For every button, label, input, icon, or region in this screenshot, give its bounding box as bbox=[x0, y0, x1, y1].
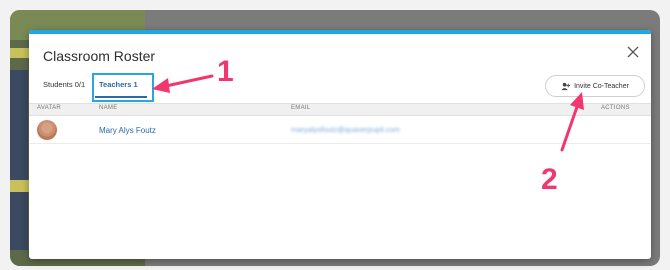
annotation-marker-1: 1 bbox=[217, 55, 234, 88]
screenshot-frame: Classroom Roster Students 0/1 Teachers 1… bbox=[0, 0, 670, 270]
annotation-marker-2: 2 bbox=[541, 163, 558, 196]
